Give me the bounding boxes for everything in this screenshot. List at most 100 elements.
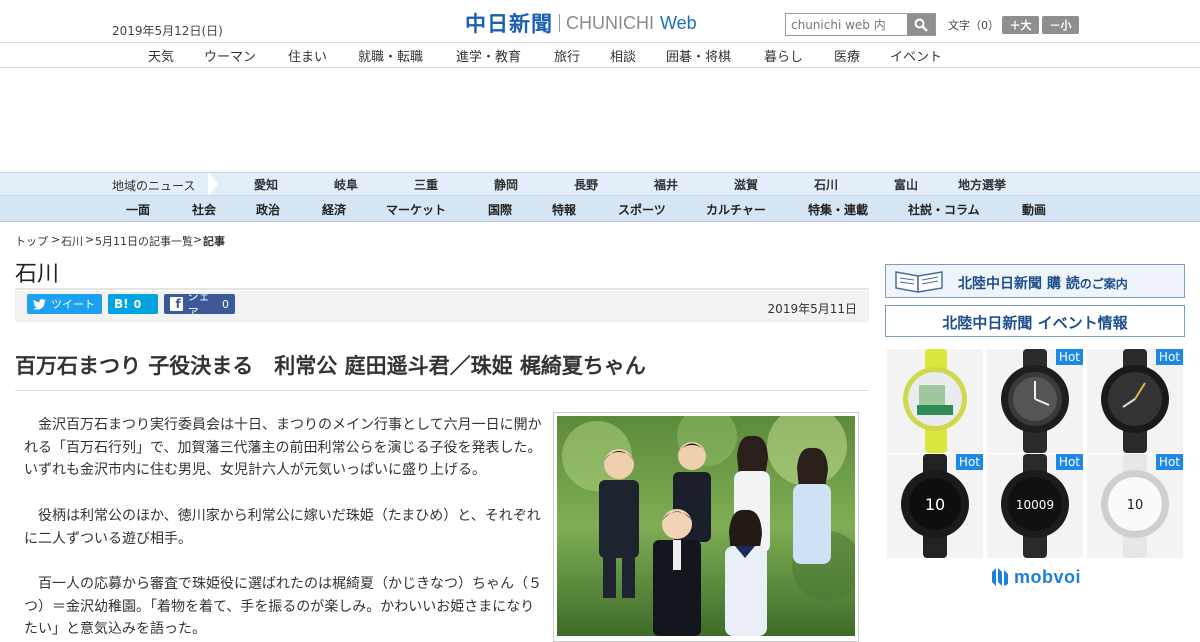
region-link[interactable]: 地方選挙 — [958, 176, 1006, 193]
section-link[interactable]: 社会 — [192, 201, 216, 218]
region-link[interactable]: 岐阜 — [334, 176, 358, 193]
region-nav: 地域のニュース 愛知 岐阜 三重 静岡 長野 福井 滋賀 石川 富山 地方選挙 — [0, 172, 1200, 196]
font-smaller-button[interactable]: －小 — [1042, 16, 1079, 34]
share-bar: ツイート B! 0 f シェア 0 2019年5月11日 — [15, 290, 869, 322]
category-link[interactable]: 就職・転職 — [358, 46, 423, 65]
article-paragraph: 百一人の応募から審査で珠姫役に選ばれたのは梶綺夏（かじきなつ）ちゃん（５つ）＝金… — [24, 576, 542, 637]
subscription-banner-text: 北陸中日新聞 購 読のご案内 — [958, 276, 1128, 292]
top-ad-space — [0, 68, 1200, 172]
font-size-label: 文字（0） — [948, 19, 999, 32]
section-link[interactable]: 国際 — [488, 201, 512, 218]
region-link[interactable]: 滋賀 — [734, 176, 758, 193]
event-info-banner[interactable]: 北陸中日新聞 イベント情報 — [885, 305, 1185, 337]
category-link[interactable]: 住まい — [288, 46, 327, 65]
font-larger-button[interactable]: ＋大 — [1002, 16, 1039, 34]
section-link[interactable]: 一面 — [126, 201, 150, 218]
hot-badge: Hot — [1155, 349, 1183, 365]
site-search — [785, 13, 936, 36]
hatena-icon: B! — [114, 297, 129, 311]
search-icon — [914, 18, 928, 32]
product-ad-watch-2[interactable]: Hot — [987, 349, 1083, 453]
category-link[interactable]: 旅行 — [554, 46, 580, 65]
breadcrumb-link[interactable]: 石川 — [61, 233, 83, 249]
site-header: 2019年5月12日(日) 中日新聞 CHUNICHI Web 文字（0） ＋大… — [0, 0, 1200, 42]
product-ad-watch-3[interactable]: Hot — [1087, 349, 1183, 453]
hot-badge: Hot — [1055, 454, 1083, 470]
region-link[interactable]: 石川 — [814, 176, 838, 193]
ad-brand-logo[interactable]: mobvoi — [990, 566, 1081, 588]
category-nav: 天気 ウーマン 住まい 就職・転職 進学・教育 旅行 相談 囲碁・将棋 暮らし … — [0, 42, 1200, 68]
category-link[interactable]: イベント — [890, 46, 942, 65]
hot-badge: Hot — [955, 454, 983, 470]
search-input[interactable] — [786, 14, 907, 35]
section-link[interactable]: 動画 — [1022, 201, 1046, 218]
category-link[interactable]: 医療 — [834, 46, 860, 65]
hatena-bookmark-button[interactable]: B! 0 — [108, 294, 158, 314]
section-nav: 一面 社会 政治 経済 マーケット 国際 特報 スポーツ カルチャー 特集・連載… — [0, 196, 1200, 222]
svg-text:10: 10 — [1127, 498, 1144, 513]
facebook-icon: f — [170, 297, 183, 311]
section-link[interactable]: カルチャー — [706, 201, 766, 218]
region-link[interactable]: 静岡 — [494, 176, 518, 193]
article-paragraph: 金沢百万石まつり実行委員会は十日、まつりのメイン行事として六月一日に開かれる「百… — [24, 417, 542, 478]
article-date: 2019年5月11日 — [767, 302, 857, 316]
facebook-share-label: シェア — [187, 290, 210, 319]
section-link[interactable]: 特報 — [552, 201, 576, 218]
section-link[interactable]: 社説・コラム — [908, 201, 980, 218]
section-link[interactable]: 経済 — [322, 201, 346, 218]
category-link[interactable]: ウーマン — [204, 46, 256, 65]
category-link[interactable]: 相談 — [610, 46, 636, 65]
mobvoi-logo-icon — [992, 568, 1008, 586]
children-photo-image — [557, 416, 855, 636]
product-ad-watch-1[interactable] — [887, 349, 983, 453]
facebook-share-button[interactable]: f シェア 0 — [164, 290, 235, 319]
category-link[interactable]: 天気 — [148, 46, 174, 65]
logo-english: CHUNICHI — [566, 12, 654, 33]
product-ad-watch-6[interactable]: 10 Hot — [1087, 454, 1183, 558]
facebook-share-count: 0 — [222, 297, 229, 311]
subscription-banner[interactable]: 北陸中日新聞 購 読のご案内 — [885, 264, 1185, 298]
category-link[interactable]: 進学・教育 — [456, 46, 521, 65]
logo-web: Web — [660, 12, 697, 33]
breadcrumb-separator: > — [85, 233, 95, 246]
region-link[interactable]: 富山 — [894, 176, 918, 193]
section-link[interactable]: スポーツ — [618, 201, 666, 218]
svg-text:10: 10 — [925, 495, 945, 514]
breadcrumb-link[interactable]: 5月11日の記事一覧 — [95, 233, 193, 249]
product-ad-watch-5[interactable]: 10009 Hot — [987, 454, 1083, 558]
breadcrumb-current: 記事 — [203, 235, 225, 248]
twitter-icon — [33, 298, 46, 310]
region-link[interactable]: 長野 — [574, 176, 598, 193]
category-link[interactable]: 囲碁・将棋 — [666, 46, 731, 65]
logo-divider — [559, 14, 560, 32]
region-nav-arrow — [208, 172, 218, 196]
breadcrumb-link[interactable]: トップ — [15, 233, 48, 249]
svg-text:10009: 10009 — [1016, 498, 1054, 512]
breadcrumb-separator: > — [51, 233, 61, 246]
article-photo[interactable] — [553, 412, 859, 642]
newspaper-book-icon — [895, 271, 943, 293]
search-button[interactable] — [907, 14, 935, 35]
category-link[interactable]: 暮らし — [764, 46, 803, 65]
product-ad-watch-4[interactable]: 10 Hot — [887, 454, 983, 558]
page-title: 石川 — [15, 262, 60, 287]
region-nav-label: 地域のニュース — [112, 179, 196, 193]
hot-badge: Hot — [1155, 454, 1183, 470]
hatena-count: 0 — [133, 297, 142, 311]
article-paragraph: 役柄は利常公のほか、徳川家から利常公に嫁いだ珠姫（たまひめ）と、それぞれに二人ず… — [24, 508, 541, 547]
site-logo[interactable]: 中日新聞 CHUNICHI Web — [465, 10, 697, 36]
region-link[interactable]: 福井 — [654, 176, 678, 193]
title-divider — [15, 288, 869, 290]
region-link[interactable]: 三重 — [414, 176, 438, 193]
hot-badge: Hot — [1055, 349, 1083, 365]
section-link[interactable]: 政治 — [256, 201, 280, 218]
headline-divider — [15, 390, 869, 391]
smartwatch-image — [903, 349, 967, 453]
region-link[interactable]: 愛知 — [254, 176, 278, 193]
tweet-button[interactable]: ツイート — [27, 294, 102, 314]
article-headline: 百万石まつり 子役決まる 利常公 庭田遥斗君／珠姫 梶綺夏ちゃん — [15, 354, 646, 378]
section-link[interactable]: 特集・連載 — [808, 201, 868, 218]
logo-japanese: 中日新聞 — [465, 11, 553, 36]
section-link[interactable]: マーケット — [386, 201, 446, 218]
tweet-label: ツイート — [51, 298, 95, 311]
